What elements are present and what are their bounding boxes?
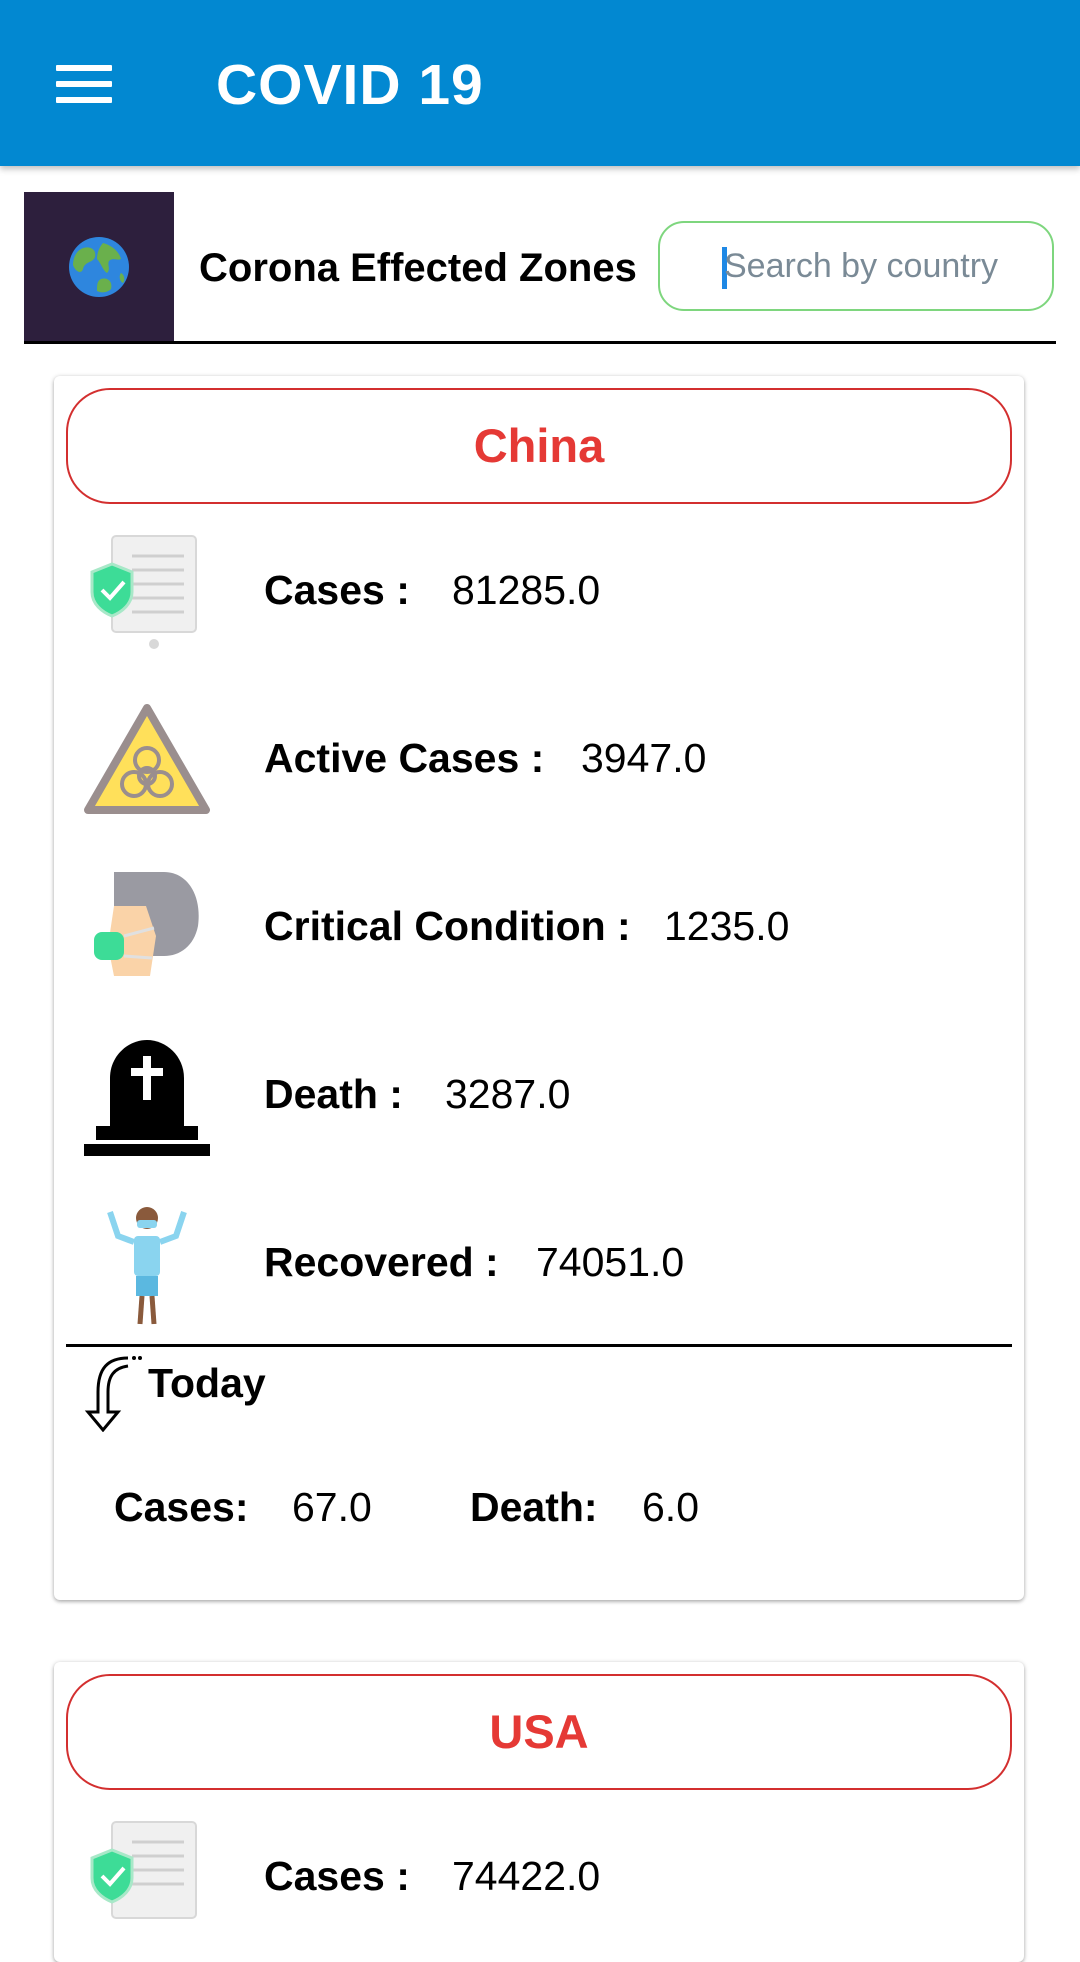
country-card: USA Cases : 74422.0 bbox=[54, 1662, 1024, 1962]
stat-row-recovered: Recovered : 74051.0 bbox=[84, 1192, 1004, 1332]
stat-label: Critical Condition : bbox=[264, 903, 631, 949]
search-field[interactable] bbox=[658, 221, 1054, 311]
stat-row-cases: Cases : 81285.0 bbox=[84, 520, 1004, 660]
country-card: China Cases : 81285.0 Active Cases : 394… bbox=[54, 376, 1024, 1600]
stat-value: 3287.0 bbox=[445, 1071, 571, 1117]
stat-label: Recovered : bbox=[264, 1239, 499, 1285]
document-shield-icon bbox=[90, 1821, 197, 1919]
stat-row-active-cases: Active Cases : 3947.0 bbox=[84, 688, 1004, 828]
stat-value: 74051.0 bbox=[536, 1239, 685, 1285]
stat-row-critical-condition: Critical Condition : 1235.0 bbox=[84, 856, 1004, 996]
zones-header: Corona Effected Zones bbox=[24, 192, 1056, 344]
globe-icon bbox=[24, 192, 174, 342]
today-death-value: 6.0 bbox=[642, 1484, 699, 1530]
curved-arrow-down-icon bbox=[84, 1356, 142, 1432]
today-cases-label: Cases: bbox=[114, 1484, 249, 1530]
menu-icon[interactable] bbox=[44, 52, 124, 116]
stat-value: 81285.0 bbox=[452, 567, 601, 613]
stat-label: Active Cases : bbox=[264, 735, 545, 781]
stat-row-death: Death : 3287.0 bbox=[84, 1024, 1004, 1164]
recovered-person-icon bbox=[107, 1207, 187, 1325]
masked-person-icon bbox=[94, 872, 199, 976]
today-label: Today bbox=[148, 1360, 266, 1406]
stat-value: 1235.0 bbox=[664, 903, 790, 949]
today-cases-value: 67.0 bbox=[292, 1484, 372, 1530]
app-title: COVID 19 bbox=[216, 53, 484, 117]
search-input[interactable] bbox=[724, 241, 1034, 291]
stat-row-cases: Cases : 74422.0 bbox=[84, 1806, 1004, 1946]
stat-label: Cases : bbox=[264, 567, 410, 613]
page-title: Corona Effected Zones bbox=[199, 246, 637, 290]
document-shield-icon bbox=[90, 535, 197, 649]
today-death-label: Death: bbox=[470, 1484, 598, 1530]
stat-label: Cases : bbox=[264, 1853, 410, 1899]
country-name-button[interactable]: China bbox=[66, 388, 1012, 504]
card-divider bbox=[66, 1344, 1012, 1347]
stat-value: 74422.0 bbox=[452, 1853, 601, 1899]
header-divider bbox=[24, 341, 1056, 344]
country-name-button[interactable]: USA bbox=[66, 1674, 1012, 1790]
stat-label: Death : bbox=[264, 1071, 403, 1117]
tombstone-icon bbox=[84, 1040, 210, 1156]
stat-value: 3947.0 bbox=[581, 735, 707, 781]
biohazard-icon bbox=[84, 704, 210, 814]
app-bar: COVID 19 bbox=[0, 0, 1080, 166]
